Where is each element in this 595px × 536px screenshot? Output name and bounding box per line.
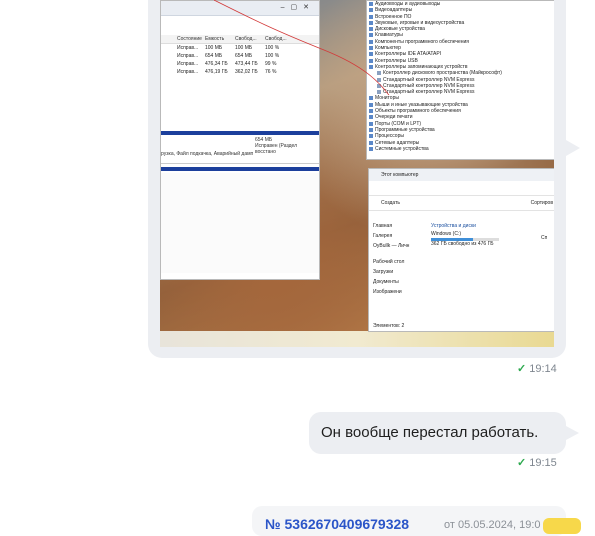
table-cell (161, 60, 177, 68)
explorer-titlebar: Этот компьютер (369, 169, 554, 181)
device-tree-item: Системные устройства (367, 146, 554, 152)
device-icon (369, 127, 373, 132)
read-check-icon: ✓ (517, 363, 527, 375)
table-cell: Исправ... (177, 61, 199, 67)
table-cell: Исправ... (177, 53, 199, 59)
partition-status: Исправен (Раздел восстано (255, 143, 298, 155)
device-label: Порты (COM и LPT) (375, 120, 422, 127)
disk-partition-bar (161, 167, 319, 171)
message-time: 19:15 (529, 456, 557, 469)
device-label: Очереди печати (375, 114, 413, 121)
text-message-bubble: Он вообще перестал работать. (309, 412, 566, 454)
table-cell: Исправ... (177, 45, 199, 51)
bubble-tail (566, 426, 579, 440)
explorer-nav-bar (369, 181, 554, 196)
explorer-main: Устройства и диски Windows (C:) 362 ГБ с… (431, 221, 551, 247)
device-label: Контроллер дискового пространства (Майкр… (383, 70, 502, 77)
device-label: Сетевые адаптеры (375, 139, 420, 146)
device-icon (369, 115, 373, 120)
message-time: 19:14 (529, 362, 557, 375)
explorer-command-bar: Создать Сортиров (369, 196, 554, 211)
device-label: Стандартный контроллер NVM Express (383, 76, 475, 83)
device-manager-window: Аудиовходы и аудиовыходы Видеоадаптеры Вст… (366, 0, 554, 160)
attached-screenshot[interactable]: –▢✕ Состояние Емкость Свобод... Свобод..… (160, 0, 554, 347)
message-meta: ✓ 19:15 (517, 456, 557, 470)
annotation-line (214, 0, 390, 96)
sidebar-item: Галерея (373, 233, 393, 239)
explorer-sidebar: Главная Галерея OyBullk — Личн Рабочий с… (373, 221, 423, 297)
table-cell (161, 44, 177, 52)
device-label: Системные устройства (375, 145, 429, 152)
create-button: Создать (381, 200, 401, 206)
col-header (161, 35, 177, 43)
explorer-window: Этот компьютер Создать Сортиров Главная … (368, 168, 554, 332)
device-icon (369, 109, 373, 114)
sidebar-item: Изображени (373, 289, 402, 295)
read-check-icon: ✓ (517, 457, 527, 469)
second-drive: Сп (541, 235, 548, 241)
device-label: Стандартный контроллер NVM Express (383, 89, 475, 96)
device-icon (369, 146, 373, 151)
disk-partition-area: рузка, Файл подкачка, Аварийный дамп пам… (161, 135, 319, 164)
empty-area (161, 173, 319, 273)
table-cell (161, 52, 177, 60)
partition-description: рузка, Файл подкачка, Аварийный дамп пам (161, 151, 253, 157)
ticket-date: от 05.05.2024, 19:0 (444, 519, 541, 531)
ticket-number-link[interactable]: № 5362670409679328 (265, 516, 409, 532)
explorer-title: Этот компьютер (381, 172, 419, 178)
device-icon (369, 121, 373, 126)
sidebar-item: Документы (373, 279, 399, 285)
drive-name: Windows (C:) (431, 231, 462, 237)
sidebar-item: OyBullk — Личн (373, 243, 410, 249)
col-header: Состояние (177, 36, 202, 42)
device-label: Стандартный контроллер NVM Express (383, 82, 475, 89)
message-meta: ✓ 19:14 (517, 362, 557, 376)
section-title: Устройства и диски (431, 223, 476, 229)
device-label: Объекты программного обеспечения (375, 108, 461, 115)
taskbar-strip (160, 331, 554, 347)
table-cell: Исправ... (177, 69, 199, 75)
recovery-partition-info: 654 МБ Исправен (Раздел восстано (255, 137, 319, 155)
sort-button: Сортиров (530, 200, 553, 206)
sidebar-item: Загрузки (373, 269, 394, 275)
bubble-tail (566, 140, 580, 156)
drive-free: 362 ГБ свободно из 476 ГБ (431, 241, 494, 247)
device-label: Мыши и иные указывающие устройства (375, 101, 468, 108)
sidebar-item: Рабочий стол (373, 259, 405, 265)
status-badge (543, 518, 581, 534)
device-icon (369, 102, 373, 107)
device-icon (369, 140, 373, 145)
device-label: Процессоры (375, 133, 404, 140)
device-icon (369, 134, 373, 139)
table-cell (161, 68, 177, 76)
explorer-status: Элементов: 2 (373, 323, 405, 329)
sidebar-item: Главная (373, 223, 393, 229)
device-label: Программные устройства (375, 126, 435, 133)
